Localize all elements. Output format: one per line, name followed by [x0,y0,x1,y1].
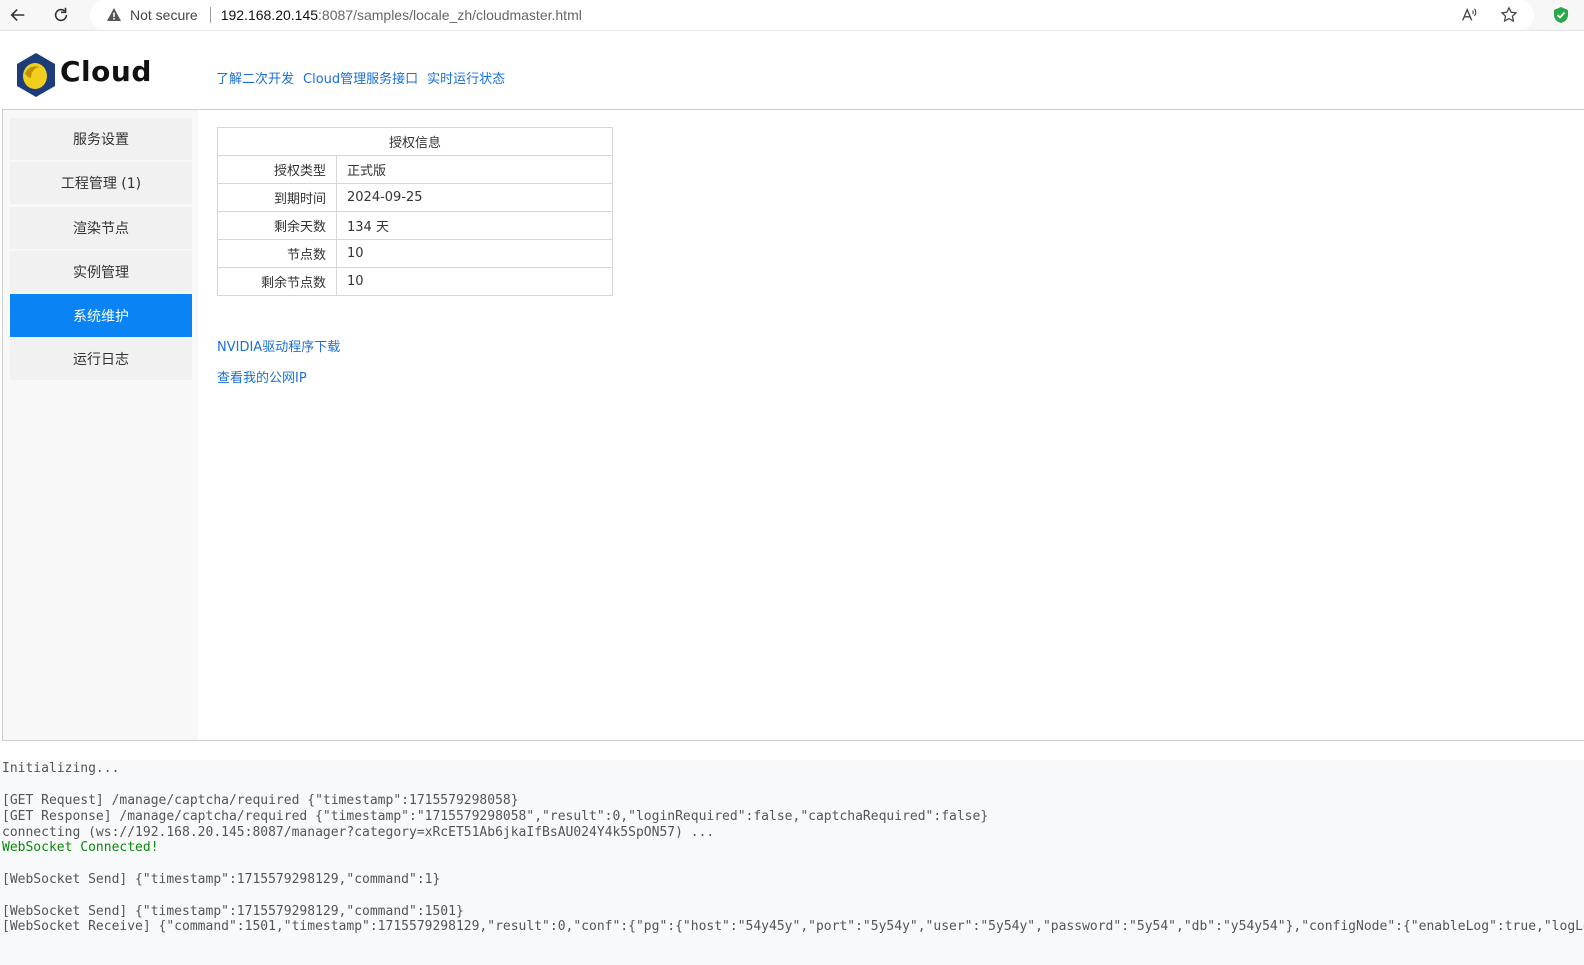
log-line: [WebSocket Send] {"timestamp":1715579298… [2,872,441,887]
license-value: 10 [336,267,613,296]
log-line: [GET Response] /manage/captcha/required … [2,809,989,824]
brand-name: Cloud [60,55,152,88]
license-key: 剩余节点数 [217,267,337,296]
license-key: 到期时间 [217,183,337,212]
address-divider [209,7,211,23]
nvidia-driver-download-link[interactable]: NVIDIA驱动程序下载 [217,336,340,355]
link-secondary-dev[interactable]: 了解二次开发 [216,68,294,87]
main-panel: 服务设置 工程管理 (1) 渲染节点 实例管理 系统维护 运行日志 授权信息 授… [2,109,1584,741]
log-line: Initializing... [2,761,120,776]
license-table-title: 授权信息 [217,127,613,156]
log-console: Initializing... [GET Request] /manage/ca… [0,760,1584,965]
license-value: 正式版 [336,155,613,184]
url-host: 192.168.20.145 [220,7,319,23]
table-row: 节点数 10 [217,239,613,268]
table-row: 剩余天数 134 天 [217,211,613,240]
public-ip-link[interactable]: 查看我的公网IP [217,367,307,386]
sidebar-item-system-maintenance[interactable]: 系统维护 [10,294,192,337]
log-line: [WebSocket Receive] {"command":1501,"tim… [2,919,1584,934]
log-line-success: WebSocket Connected! [2,840,159,855]
sidebar-item-instance-management[interactable]: 实例管理 [10,251,192,293]
sidebar-item-project-management[interactable]: 工程管理 (1) [10,162,192,204]
warning-icon [107,8,121,21]
link-runtime-status[interactable]: 实时运行状态 [427,68,505,87]
sidebar-item-run-log[interactable]: 运行日志 [10,338,192,380]
refresh-icon[interactable] [49,4,73,26]
address-bar[interactable]: Not secure 192.168.20.145 :8087/samples/… [90,0,1534,30]
license-value: 10 [336,239,613,268]
table-row: 到期时间 2024-09-25 [217,183,613,212]
log-line: [WebSocket Send] {"timestamp":1715579298… [2,904,464,919]
url-path: :8087/samples/locale_zh/cloudmaster.html [318,7,582,23]
sidebar: 服务设置 工程管理 (1) 渲染节点 实例管理 系统维护 运行日志 [3,110,198,740]
license-value: 2024-09-25 [336,183,613,212]
table-row: 授权类型 正式版 [217,155,613,184]
log-line: connecting (ws://192.168.20.145:8087/man… [2,825,715,840]
back-icon[interactable] [6,4,30,26]
license-key: 节点数 [217,239,337,268]
link-cloud-api[interactable]: Cloud管理服务接口 [303,68,418,87]
sidebar-item-render-nodes[interactable]: 渲染节点 [10,207,192,249]
not-secure-label[interactable]: Not secure [130,7,198,23]
browser-toolbar: Not secure 192.168.20.145 :8087/samples/… [0,0,1584,31]
cloud-logo-icon [17,53,55,97]
shield-check-icon[interactable] [1552,6,1570,24]
log-line: [GET Request] /manage/captcha/required {… [2,793,519,808]
license-key: 授权类型 [217,155,337,184]
license-value: 134 天 [336,211,613,240]
sidebar-item-service-settings[interactable]: 服务设置 [10,118,192,160]
favorite-star-icon[interactable] [1500,6,1518,24]
top-nav: 了解二次开发 Cloud管理服务接口 实时运行状态 [216,68,505,87]
read-aloud-icon[interactable] [1460,6,1478,24]
license-key: 剩余天数 [217,211,337,240]
table-row: 剩余节点数 10 [217,267,613,296]
license-table: 授权信息 授权类型 正式版 到期时间 2024-09-25 剩余天数 134 天… [217,127,613,296]
